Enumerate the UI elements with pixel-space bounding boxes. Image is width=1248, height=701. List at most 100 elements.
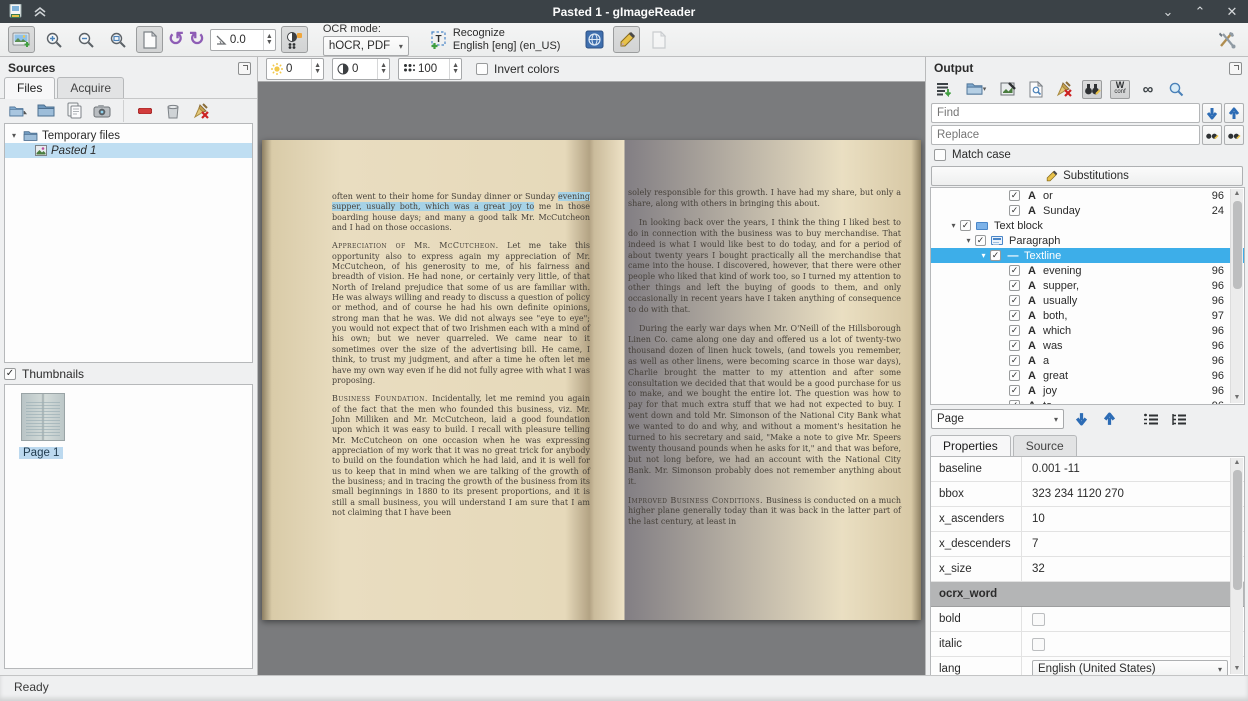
rotation-spin-arrows[interactable]: ▲▼	[263, 30, 273, 50]
substitutions-button[interactable]: Substitutions	[931, 166, 1243, 186]
expander-icon[interactable]: ▾	[9, 131, 19, 140]
expander-icon[interactable]: ▾	[977, 251, 990, 260]
hocr-tree-row[interactable]: ▾✓—Textline	[931, 248, 1244, 263]
collapse-all-button[interactable]	[1140, 410, 1162, 428]
hocr-tree-row[interactable]: ✓ASunday24	[931, 203, 1244, 218]
item-checkbox[interactable]: ✓	[1009, 340, 1020, 351]
replace-input[interactable]	[931, 125, 1200, 145]
zoom-fit-button[interactable]	[104, 26, 131, 53]
hocr-tree-row[interactable]: ✓Agreat96	[931, 368, 1244, 383]
save-output-button[interactable]: ▾	[962, 80, 990, 99]
image-canvas[interactable]: often went to their home for Sunday dinn…	[258, 82, 925, 675]
rotate-right-button[interactable]: ↻	[189, 30, 205, 49]
item-checkbox[interactable]: ✓	[975, 235, 986, 246]
detach-icon[interactable]	[238, 62, 251, 75]
lang-select[interactable]: English (United States)▾	[1032, 660, 1228, 676]
next-item-button[interactable]	[1070, 410, 1092, 428]
hocr-tree-row[interactable]: ✓Aevening96	[931, 263, 1244, 278]
find-next-button[interactable]	[1202, 103, 1222, 123]
item-checkbox[interactable]: ✓	[960, 220, 971, 231]
delete-source-button[interactable]	[163, 101, 183, 120]
export-button[interactable]	[998, 80, 1018, 99]
item-checkbox[interactable]: ✓	[1009, 325, 1020, 336]
match-case-checkbox[interactable]: ✓	[934, 149, 946, 161]
item-checkbox[interactable]: ✓	[990, 250, 1001, 261]
page-thumbnail[interactable]	[21, 393, 65, 441]
resolution-spinbox[interactable]: 100 ▲▼	[398, 58, 462, 80]
contrast-spin-arrows[interactable]: ▲▼	[377, 59, 387, 79]
clear-output-button[interactable]	[1054, 80, 1074, 99]
output-pane-toggle-button[interactable]	[613, 26, 640, 53]
detach-icon[interactable]	[1229, 62, 1242, 75]
hocr-tree-row[interactable]: ▾✓Text block	[931, 218, 1244, 233]
screenshot-button[interactable]	[92, 101, 112, 120]
sources-pane-toggle-button[interactable]	[8, 26, 35, 53]
maximize-button[interactable]: ⌃	[1192, 4, 1208, 20]
link-words-button[interactable]: ∞	[1138, 80, 1158, 99]
invert-colors-checkbox[interactable]: ✓	[476, 63, 488, 75]
confidence-toggle-button[interactable]: W conf	[1110, 80, 1130, 99]
settings-button[interactable]	[1213, 26, 1240, 53]
expand-all-button[interactable]	[1168, 410, 1190, 428]
page-mode-select[interactable]: Page ▾	[931, 409, 1064, 429]
language-menu-button[interactable]	[581, 26, 608, 53]
preview-button[interactable]	[1026, 80, 1046, 99]
add-images-button[interactable]	[8, 101, 28, 120]
zoom-original-button[interactable]	[136, 26, 163, 53]
thumbnails-checkbox[interactable]: ✓	[4, 368, 16, 380]
shade-button[interactable]	[33, 6, 47, 18]
hocr-tree-row[interactable]: ✓Aor96	[931, 188, 1244, 203]
paste-button[interactable]	[64, 101, 84, 120]
tab-acquire[interactable]: Acquire	[57, 77, 124, 98]
brightness-spinbox[interactable]: 0 ▲▼	[266, 58, 324, 80]
resolution-spin-arrows[interactable]: ▲▼	[449, 59, 459, 79]
tab-files[interactable]: Files	[4, 77, 55, 99]
properties-scrollbar[interactable]: ▲ ▼	[1230, 458, 1243, 674]
scanned-book-image[interactable]: often went to their home for Sunday dinn…	[262, 140, 921, 620]
italic-checkbox[interactable]: ✓	[1032, 638, 1045, 651]
item-checkbox[interactable]: ✓	[1009, 355, 1020, 366]
hocr-tree-row[interactable]: ✓Ausually96	[931, 293, 1244, 308]
minimize-button[interactable]: ⌄	[1160, 4, 1176, 20]
expander-icon[interactable]: ▾	[962, 236, 975, 245]
hocr-tree-row[interactable]: ✓Ato96	[931, 398, 1244, 405]
hocr-tree-row[interactable]: ✓Aboth,97	[931, 308, 1244, 323]
sources-file-row[interactable]: Pasted 1	[5, 143, 252, 158]
ocr-mode-select[interactable]: hOCR, PDF ▾	[323, 36, 409, 56]
replace-all-button[interactable]	[1224, 125, 1244, 145]
sources-folder-row[interactable]: ▾ Temporary files	[5, 128, 252, 143]
item-checkbox[interactable]: ✓	[1009, 190, 1020, 201]
tree-scrollbar[interactable]: ▲ ▼	[1230, 189, 1243, 403]
contrast-spinbox[interactable]: 0 ▲▼	[332, 58, 390, 80]
tab-properties[interactable]: Properties	[930, 435, 1011, 457]
previous-item-button[interactable]	[1098, 410, 1120, 428]
find-replace-toggle-button[interactable]	[1082, 80, 1102, 99]
rotation-spinbox[interactable]: 0.0 ▲▼	[210, 29, 276, 51]
thumbnail-page-label[interactable]: Page 1	[19, 447, 63, 459]
item-checkbox[interactable]: ✓	[1009, 205, 1020, 216]
new-document-button[interactable]	[645, 26, 672, 53]
item-checkbox[interactable]: ✓	[1009, 310, 1020, 321]
expander-icon[interactable]: ▾	[947, 221, 960, 230]
item-checkbox[interactable]: ✓	[1009, 400, 1020, 405]
image-controls-toggle-button[interactable]	[281, 26, 308, 53]
hocr-tree-row[interactable]: ✓Awhich96	[931, 323, 1244, 338]
replace-button[interactable]	[1202, 125, 1222, 145]
recognize-button[interactable]: T Recognize English [eng] (en_US)	[424, 26, 567, 54]
rotate-left-button[interactable]: ↺	[168, 30, 184, 49]
hocr-tree-row[interactable]: ✓Aa96	[931, 353, 1244, 368]
tab-source[interactable]: Source	[1013, 435, 1077, 456]
open-hocr-button[interactable]	[934, 80, 954, 99]
hocr-tree-row[interactable]: ▾✓Paragraph	[931, 233, 1244, 248]
item-checkbox[interactable]: ✓	[1009, 265, 1020, 276]
bold-checkbox[interactable]: ✓	[1032, 613, 1045, 626]
hocr-tree-row[interactable]: ✓Awas96	[931, 338, 1244, 353]
close-button[interactable]: ✕	[1224, 4, 1240, 20]
hocr-tree-row[interactable]: ✓Asupper,96	[931, 278, 1244, 293]
find-input[interactable]	[931, 103, 1200, 123]
open-folder-button[interactable]	[36, 101, 56, 120]
item-checkbox[interactable]: ✓	[1009, 385, 1020, 396]
brightness-spin-arrows[interactable]: ▲▼	[311, 59, 321, 79]
hocr-tree-row[interactable]: ✓Ajoy96	[931, 383, 1244, 398]
item-checkbox[interactable]: ✓	[1009, 370, 1020, 381]
